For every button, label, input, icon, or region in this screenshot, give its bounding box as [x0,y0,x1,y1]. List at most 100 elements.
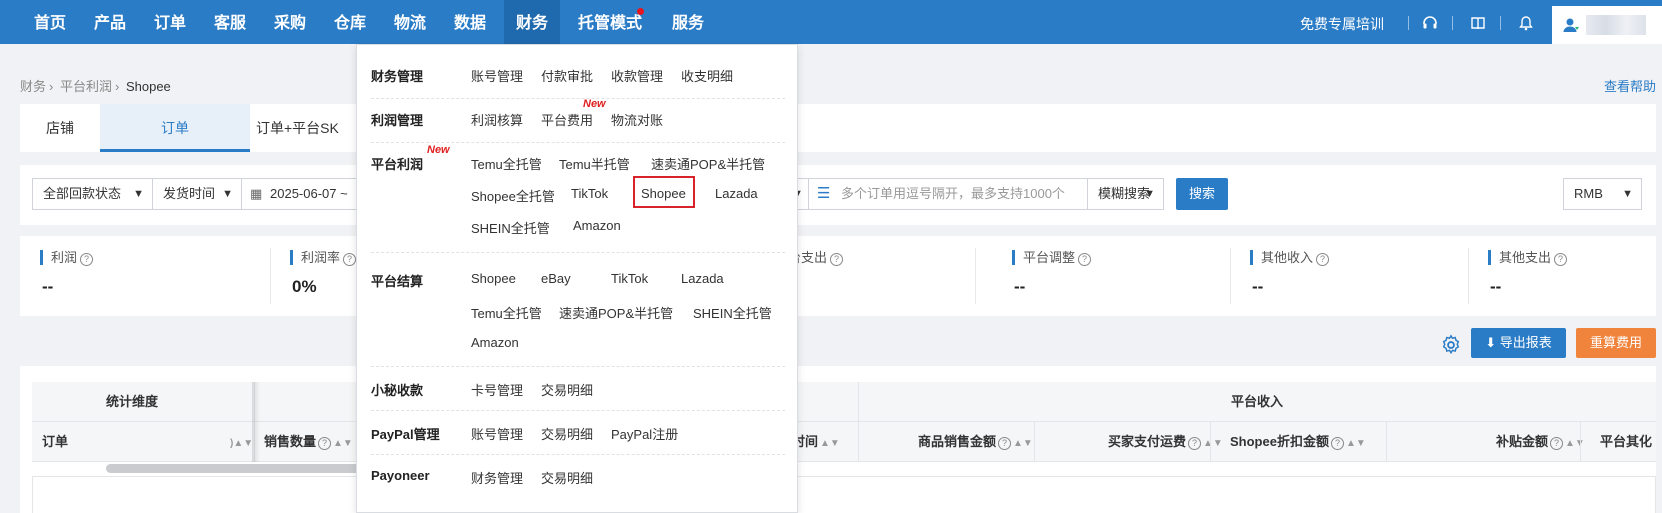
question-icon[interactable]: ? [1078,253,1092,266]
question-icon[interactable]: ? [1554,253,1568,266]
nav-service[interactable]: 客服 [202,0,258,44]
breadcrumb-platform-profit[interactable]: 平台利润 [60,79,112,94]
menu-link-lazada[interactable]: Lazada [715,186,758,201]
stat-value: -- [1252,277,1264,296]
finance-dropdown-menu: 财务管理 账号管理 付款审批 收款管理 收支明细 利润管理 利润核算 平台费用 … [356,44,798,513]
nav-orders[interactable]: 订单 [142,0,198,44]
menu-link-transaction-details[interactable]: 交易明细 [541,380,593,399]
settings-gear-icon[interactable] [1440,334,1462,356]
col-time[interactable]: 时间 ▲▼ [792,422,840,462]
question-icon[interactable]: ? [830,253,844,266]
free-training-link[interactable]: 免费专属培训 [1300,0,1384,44]
nav-purchase[interactable]: 采购 [262,0,318,44]
list-search-icon: ☰ [817,185,831,202]
menu-link-aliexpress-pop[interactable]: 速卖通POP&半托管 [651,154,765,173]
stat-profit-rate: 利润率? 0% [290,250,357,297]
menu-link-settle-shopee[interactable]: Shopee [471,271,516,286]
headset-icon[interactable] [1422,15,1438,31]
tab-order[interactable]: 订单 [100,104,250,152]
question-icon[interactable]: ? [1188,437,1202,450]
col-label: Shopee折扣金额 [1230,434,1329,449]
order-search-input[interactable]: ☰ 多个订单用逗号隔开，最多支持1000个 [808,178,1088,210]
col-buyer-shipping[interactable]: 买家支付运费? ▲▼ [1108,422,1223,462]
col-label: 商品销售金额 [918,434,997,449]
menu-section-title: 财务管理 [371,69,424,84]
column-divider [858,422,859,462]
user-menu[interactable] [1552,6,1662,44]
export-label: 导出报表 [1499,335,1552,350]
menu-link-settle-aliexpress[interactable]: 速卖通POP&半托管 [559,303,673,322]
nav-logistics[interactable]: 物流 [382,0,438,44]
menu-link-settle-ebay[interactable]: eBay [541,271,571,286]
col-sales-qty[interactable]: 销售数量? ▲▼ [264,422,353,462]
menu-link-amazon[interactable]: Amazon [573,218,621,233]
menu-link-account-mgmt[interactable]: 账号管理 [471,66,523,85]
breadcrumb-finance[interactable]: 财务 [20,79,46,94]
menu-link-temu-semi[interactable]: Temu半托管 [559,154,630,173]
recalc-fees-button[interactable]: 重算费用 [1576,328,1656,358]
export-report-button[interactable]: ⬇ 导出报表 [1471,328,1566,358]
nav-warehouse[interactable]: 仓库 [322,0,378,44]
col-order[interactable]: 订单 [42,422,68,462]
payback-status-select[interactable]: 全部回款状态 ▼ [32,178,153,210]
time-type-select[interactable]: 发货时间 ▼ [152,178,242,210]
menu-section-title: 小秘收款 [371,383,424,398]
menu-link-settle-amazon[interactable]: Amazon [471,335,519,350]
currency-select[interactable]: RMB ▼ [1563,178,1642,210]
col-subsidy[interactable]: 补贴金额? ▲▼ [1496,422,1585,462]
stat-other-expense: 其他支出? -- [1488,250,1568,297]
breadcrumb-current: Shopee [125,79,171,94]
menu-link-payoneer-finance[interactable]: 财务管理 [471,468,523,487]
chevron-down-icon: ▼ [1144,188,1155,200]
question-icon[interactable]: ? [318,437,332,450]
menu-link-temu-full[interactable]: Temu全托管 [471,154,542,173]
question-icon[interactable]: ? [998,437,1012,450]
question-icon[interactable]: ? [1316,253,1330,266]
book-icon[interactable] [1470,15,1486,31]
top-nav: 首页 产品 订单 客服 采购 仓库 物流 数据 财务 托管模式 服务 免费专属培… [0,0,1662,44]
sort-icon: ▲▼ [333,438,353,449]
menu-link-settle-lazada[interactable]: Lazada [681,271,724,286]
question-icon[interactable]: ? [1550,437,1564,450]
col-order-sort[interactable]: )▲▼ [228,422,253,462]
nav-managed-mode[interactable]: 托管模式 [568,0,652,44]
nav-data[interactable]: 数据 [442,0,498,44]
col-shopee-discount[interactable]: Shopee折扣金额? ▲▼ [1230,422,1366,462]
col-product-sales[interactable]: 商品销售金额? ▲▼ [918,422,1033,462]
menu-link-platform-fees[interactable]: 平台费用 [541,110,593,129]
search-button[interactable]: 搜索 [1176,178,1228,210]
menu-link-shopee-full[interactable]: Shopee全托管 [471,186,555,205]
menu-link-paypal-register[interactable]: PayPal注册 [611,424,678,443]
menu-link-settle-tiktok[interactable]: TikTok [611,271,648,286]
question-icon[interactable]: ? [80,253,94,266]
menu-link-shein-full[interactable]: SHEIN全托管 [471,218,550,237]
date-range-input[interactable]: ▦ 2025-06-07 ~ [241,178,361,210]
help-link[interactable]: 查看帮助 [1604,76,1656,95]
bell-icon[interactable] [1518,15,1534,31]
menu-link-collection-mgmt[interactable]: 收款管理 [611,66,663,85]
nav-home[interactable]: 首页 [22,0,78,44]
col-label: 买家支付运费 [1108,434,1187,449]
menu-link-paypal-accounts[interactable]: 账号管理 [471,424,523,443]
stat-label: 利润 [51,250,78,265]
menu-link-paypal-transactions[interactable]: 交易明细 [541,424,593,443]
nav-products[interactable]: 产品 [82,0,138,44]
menu-link-income-expense[interactable]: 收支明细 [681,66,733,85]
menu-link-settle-temu-full[interactable]: Temu全托管 [471,303,542,322]
nav-services[interactable]: 服务 [660,0,716,44]
col-platform-other[interactable]: 平台其化 [1600,422,1652,462]
menu-link-card-mgmt[interactable]: 卡号管理 [471,380,523,399]
tab-store[interactable]: 店铺 [20,104,100,152]
menu-link-logistics-reconcile[interactable]: 物流对账 [611,110,663,129]
menu-link-tiktok[interactable]: TikTok [571,186,608,201]
new-badge: New [427,144,450,156]
question-icon[interactable]: ? [343,253,357,266]
menu-link-profit-calc[interactable]: 利润核算 [471,110,523,129]
menu-link-settle-shein-full[interactable]: SHEIN全托管 [693,303,772,322]
question-icon[interactable]: ? [1330,437,1344,450]
search-mode-select[interactable]: 模糊搜索 ▼ [1087,178,1164,210]
nav-finance[interactable]: 财务 [504,0,560,44]
menu-section-profit-mgmt: 利润管理 利润核算 平台费用 New 物流对账 [371,98,785,143]
menu-link-payment-approval[interactable]: 付款审批 [541,66,593,85]
menu-link-payoneer-transactions[interactable]: 交易明细 [541,468,593,487]
